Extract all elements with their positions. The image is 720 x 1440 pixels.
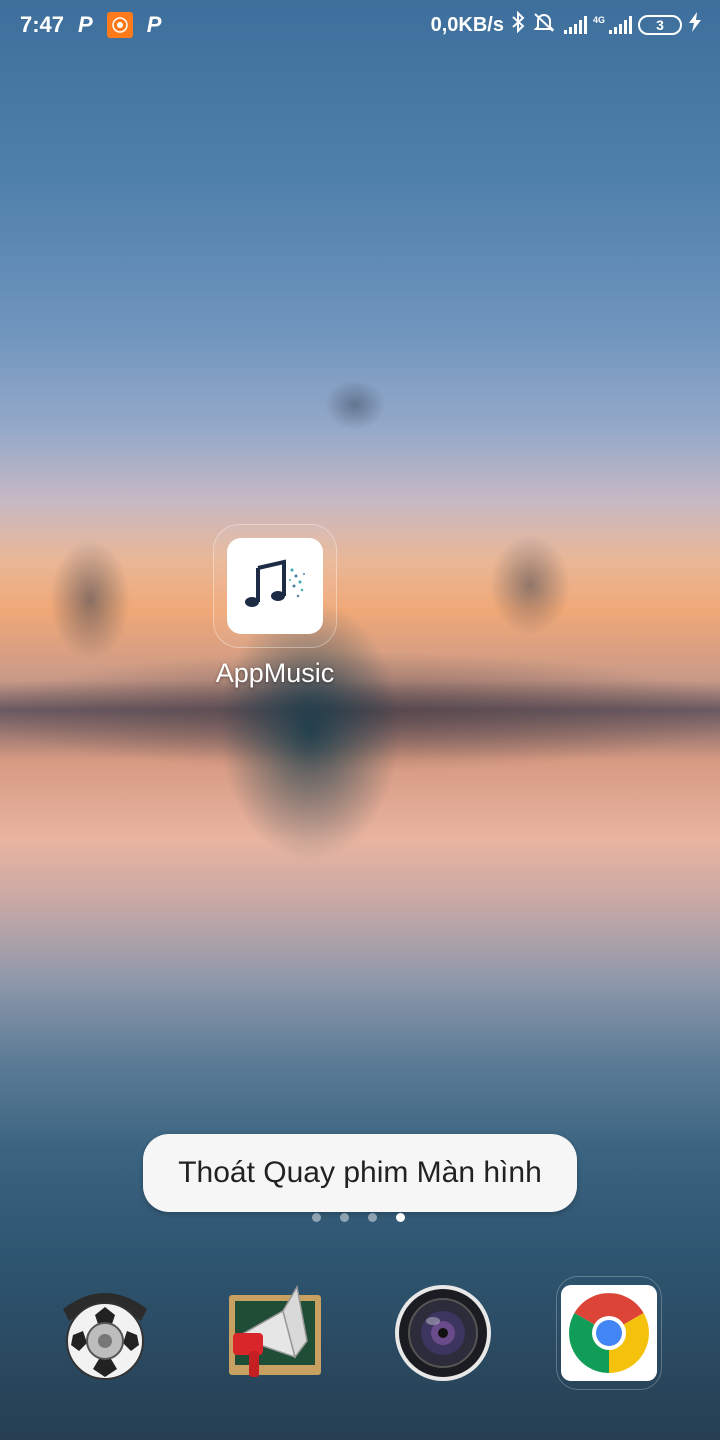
bluetooth-icon: [510, 10, 526, 39]
parking-icon: P: [78, 12, 93, 37]
toast-message: Thoát Quay phim Màn hình: [143, 1134, 577, 1212]
signal-4g-icon: [607, 16, 632, 34]
page-dot[interactable]: [368, 1213, 377, 1222]
status-right: 0,0KB/s 4G 3: [425, 10, 702, 39]
page-dot[interactable]: [340, 1213, 349, 1222]
network-type: 4G: [592, 15, 605, 25]
megaphone-board-icon: [229, 1284, 321, 1377]
page-dot-active[interactable]: [396, 1213, 405, 1222]
battery-icon: 3: [638, 15, 682, 35]
app-icon-frame: [213, 524, 337, 648]
app-appmusic[interactable]: AppMusic: [213, 524, 337, 689]
parking-icon: P: [146, 12, 162, 37]
signal-icon: [562, 16, 587, 34]
page-dot[interactable]: [312, 1213, 321, 1222]
chrome-tile: [561, 1285, 657, 1381]
music-note-icon: [227, 538, 323, 634]
app-label: AppMusic: [215, 658, 335, 688]
camera-lens-icon: [395, 1285, 491, 1381]
chrome-icon: [569, 1293, 649, 1373]
status-bar: 7:47 P P 0,0KB/s 4G 3: [0, 0, 720, 50]
page-indicator: [312, 1213, 424, 1222]
screen-recorder-icon: [106, 12, 133, 38]
status-time: 7:47: [20, 12, 65, 37]
rotary-phone-soccer-icon: [63, 1293, 147, 1380]
alarm-off-icon: [532, 11, 556, 39]
dock-chrome-app[interactable]: [556, 1276, 662, 1390]
charging-icon: [688, 12, 702, 38]
network-speed: 0,0KB/s: [430, 13, 504, 36]
dock-notification-app[interactable]: [222, 1280, 328, 1386]
dock-camera-app[interactable]: [390, 1280, 496, 1386]
status-left: 7:47 P P: [20, 12, 175, 38]
dock: [0, 1276, 720, 1390]
chrome-frame: [556, 1276, 662, 1390]
dock-phone-app[interactable]: [52, 1280, 158, 1386]
toast-text: Thoát Quay phim Màn hình: [178, 1156, 542, 1189]
